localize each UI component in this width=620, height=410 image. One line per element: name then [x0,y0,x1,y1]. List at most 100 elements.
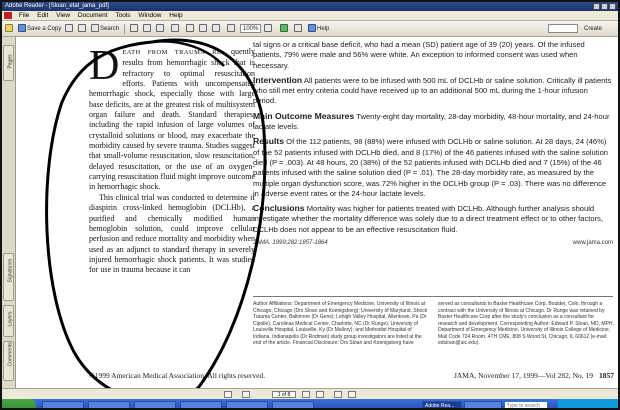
intervention-text: All patients were to be infused with 500… [253,75,612,106]
tab-layers[interactable]: Layers [3,305,14,337]
tab-signatures-label: Signatures [7,258,14,283]
folder-icon [5,24,13,33]
search-web-field[interactable] [548,24,578,34]
system-tray [558,399,618,408]
abstract-intervention: Intervention All patients were to be inf… [253,75,613,107]
rotate-icon [280,24,288,33]
menu-tools[interactable]: Tools [112,11,133,21]
citation: JAMA. 1999;282:1857-1864 [253,240,328,247]
print-button[interactable] [65,24,74,34]
open-button[interactable] [5,24,14,34]
taskbar-item[interactable] [464,401,502,408]
abstract-results: Results Of the 112 patients, 98 (88%) we… [253,136,613,199]
zoom-field[interactable]: 100% [240,24,262,34]
taskbar-item[interactable] [42,401,84,408]
tab-pages-label: Pages [7,54,14,69]
taskbar-item[interactable] [180,401,222,408]
create-label: Create [584,26,603,32]
citation-line: JAMA. 1999;282:1857-1864 www.jama.com [253,238,613,248]
zoom-in-button[interactable] [171,24,180,34]
create-button[interactable]: Create [584,24,602,34]
plus-icon [264,24,272,33]
actual-size-button[interactable] [186,24,195,34]
trial-paragraph: This clinical trial was conducted to det… [89,192,255,275]
text-cursor-icon [143,24,151,33]
fit-page-button[interactable] [199,24,208,34]
help-button[interactable]: Help [308,24,329,34]
page-number: 1857 [599,371,614,380]
fit-width-icon [212,24,220,33]
previous-page-button[interactable] [242,391,250,398]
taskbar: Adobe Rea... Type to search [2,399,618,408]
menu-edit[interactable]: Edit [34,11,51,21]
status-bar: 1 of 8 [2,388,618,399]
hand-icon [130,24,138,33]
taskbar-item[interactable] [88,401,130,408]
page-icon [186,24,194,33]
start-button[interactable] [2,399,36,408]
title-bar: Adobe Reader - [Sloan_etal_jama_pdf] [2,2,618,11]
print-icon [65,24,73,33]
intro-column: D EATH FROM TRAUMA RE- quently results f… [89,43,255,276]
intervention-heading: Intervention [253,74,303,85]
menu-file[interactable]: File [16,11,32,21]
select-text-button[interactable] [143,24,152,34]
journal-info: JAMA, November 17, 1999—Vol 282, No. 19 1… [454,371,614,380]
first-page-button[interactable] [224,391,232,398]
last-page-button[interactable] [316,391,324,398]
conclusions-text: Mortality was higher for patients treate… [253,204,604,234]
intro-lead: EATH FROM TRAUMA RE- [122,49,224,56]
journal-issue: JAMA, November 17, 1999—Vol 282, No. 19 [453,371,593,380]
search-web-input[interactable] [548,24,578,33]
email-button[interactable] [78,24,87,34]
hand-tool-button[interactable] [130,24,139,34]
tab-pages[interactable]: Pages [3,45,14,81]
back-button[interactable] [334,391,342,398]
separator [124,24,125,34]
fit-width-button[interactable] [212,24,221,34]
zoom-out-button[interactable] [227,24,236,34]
page-setup-icon [294,24,302,33]
close-button[interactable] [609,3,616,10]
window-frame: Adobe Reader - [Sloan_etal_jama_pdf] Fil… [0,0,620,410]
forward-button[interactable] [348,391,356,398]
tab-signatures[interactable]: Signatures [3,253,14,301]
maximize-button[interactable] [601,3,608,10]
page-indicator[interactable]: 1 of 8 [272,391,296,398]
journal-url[interactable]: www.jama.com [573,238,613,248]
zoom-out-icon [227,24,235,33]
minimize-button[interactable] [593,3,600,10]
conclusions-heading: Conclusions [253,203,305,214]
menu-window[interactable]: Window [135,11,164,21]
zoom-in-plus-button[interactable] [264,24,273,34]
save-copy-button[interactable]: Save a Copy [18,24,61,34]
taskbar-item[interactable] [226,401,268,408]
financial-disclosure: Financial Disclosure: Drs Sloan and Koen… [292,340,414,346]
menu-view[interactable]: View [53,11,73,21]
outcome-heading: Main Outcome Measures [253,110,355,121]
intro-body: Patients with uncompensated hemorrhagic … [89,79,255,192]
search-button[interactable]: Search [91,24,119,34]
tab-comments[interactable]: Comments [3,341,14,381]
abstract-column: tal signs or a critical base deficit, wh… [253,40,613,248]
intro-paragraph: D EATH FROM TRAUMA RE- quently results f… [89,43,255,193]
abstract-outcome: Main Outcome Measures Twenty-eight day m… [253,111,613,133]
taskbar-item-adobe-reader[interactable]: Adobe Rea... [422,401,462,408]
drop-cap: D [89,43,120,89]
tab-layers-label: Layers [7,311,14,327]
page-setup-button[interactable] [294,24,303,34]
taskbar-item[interactable] [272,401,314,408]
document-page[interactable]: D EATH FROM TRAUMA RE- quently results f… [17,37,618,388]
taskbar-item[interactable] [134,401,176,408]
taskbar-search-input[interactable]: Type to search [504,401,548,408]
abstract-conclusions: Conclusions Mortality was higher for pat… [253,203,613,235]
save-icon [18,24,26,33]
menu-document[interactable]: Document [75,11,111,21]
rotate-button[interactable] [280,24,289,34]
snapshot-button[interactable] [156,24,165,34]
window-title: Adobe Reader - [Sloan_etal_jama_pdf] [5,3,109,9]
next-page-button[interactable] [302,391,310,398]
camera-icon [156,24,164,33]
menu-help[interactable]: Help [166,11,185,21]
affiliations-right: served as consultants to Baxter Healthca… [438,301,614,347]
